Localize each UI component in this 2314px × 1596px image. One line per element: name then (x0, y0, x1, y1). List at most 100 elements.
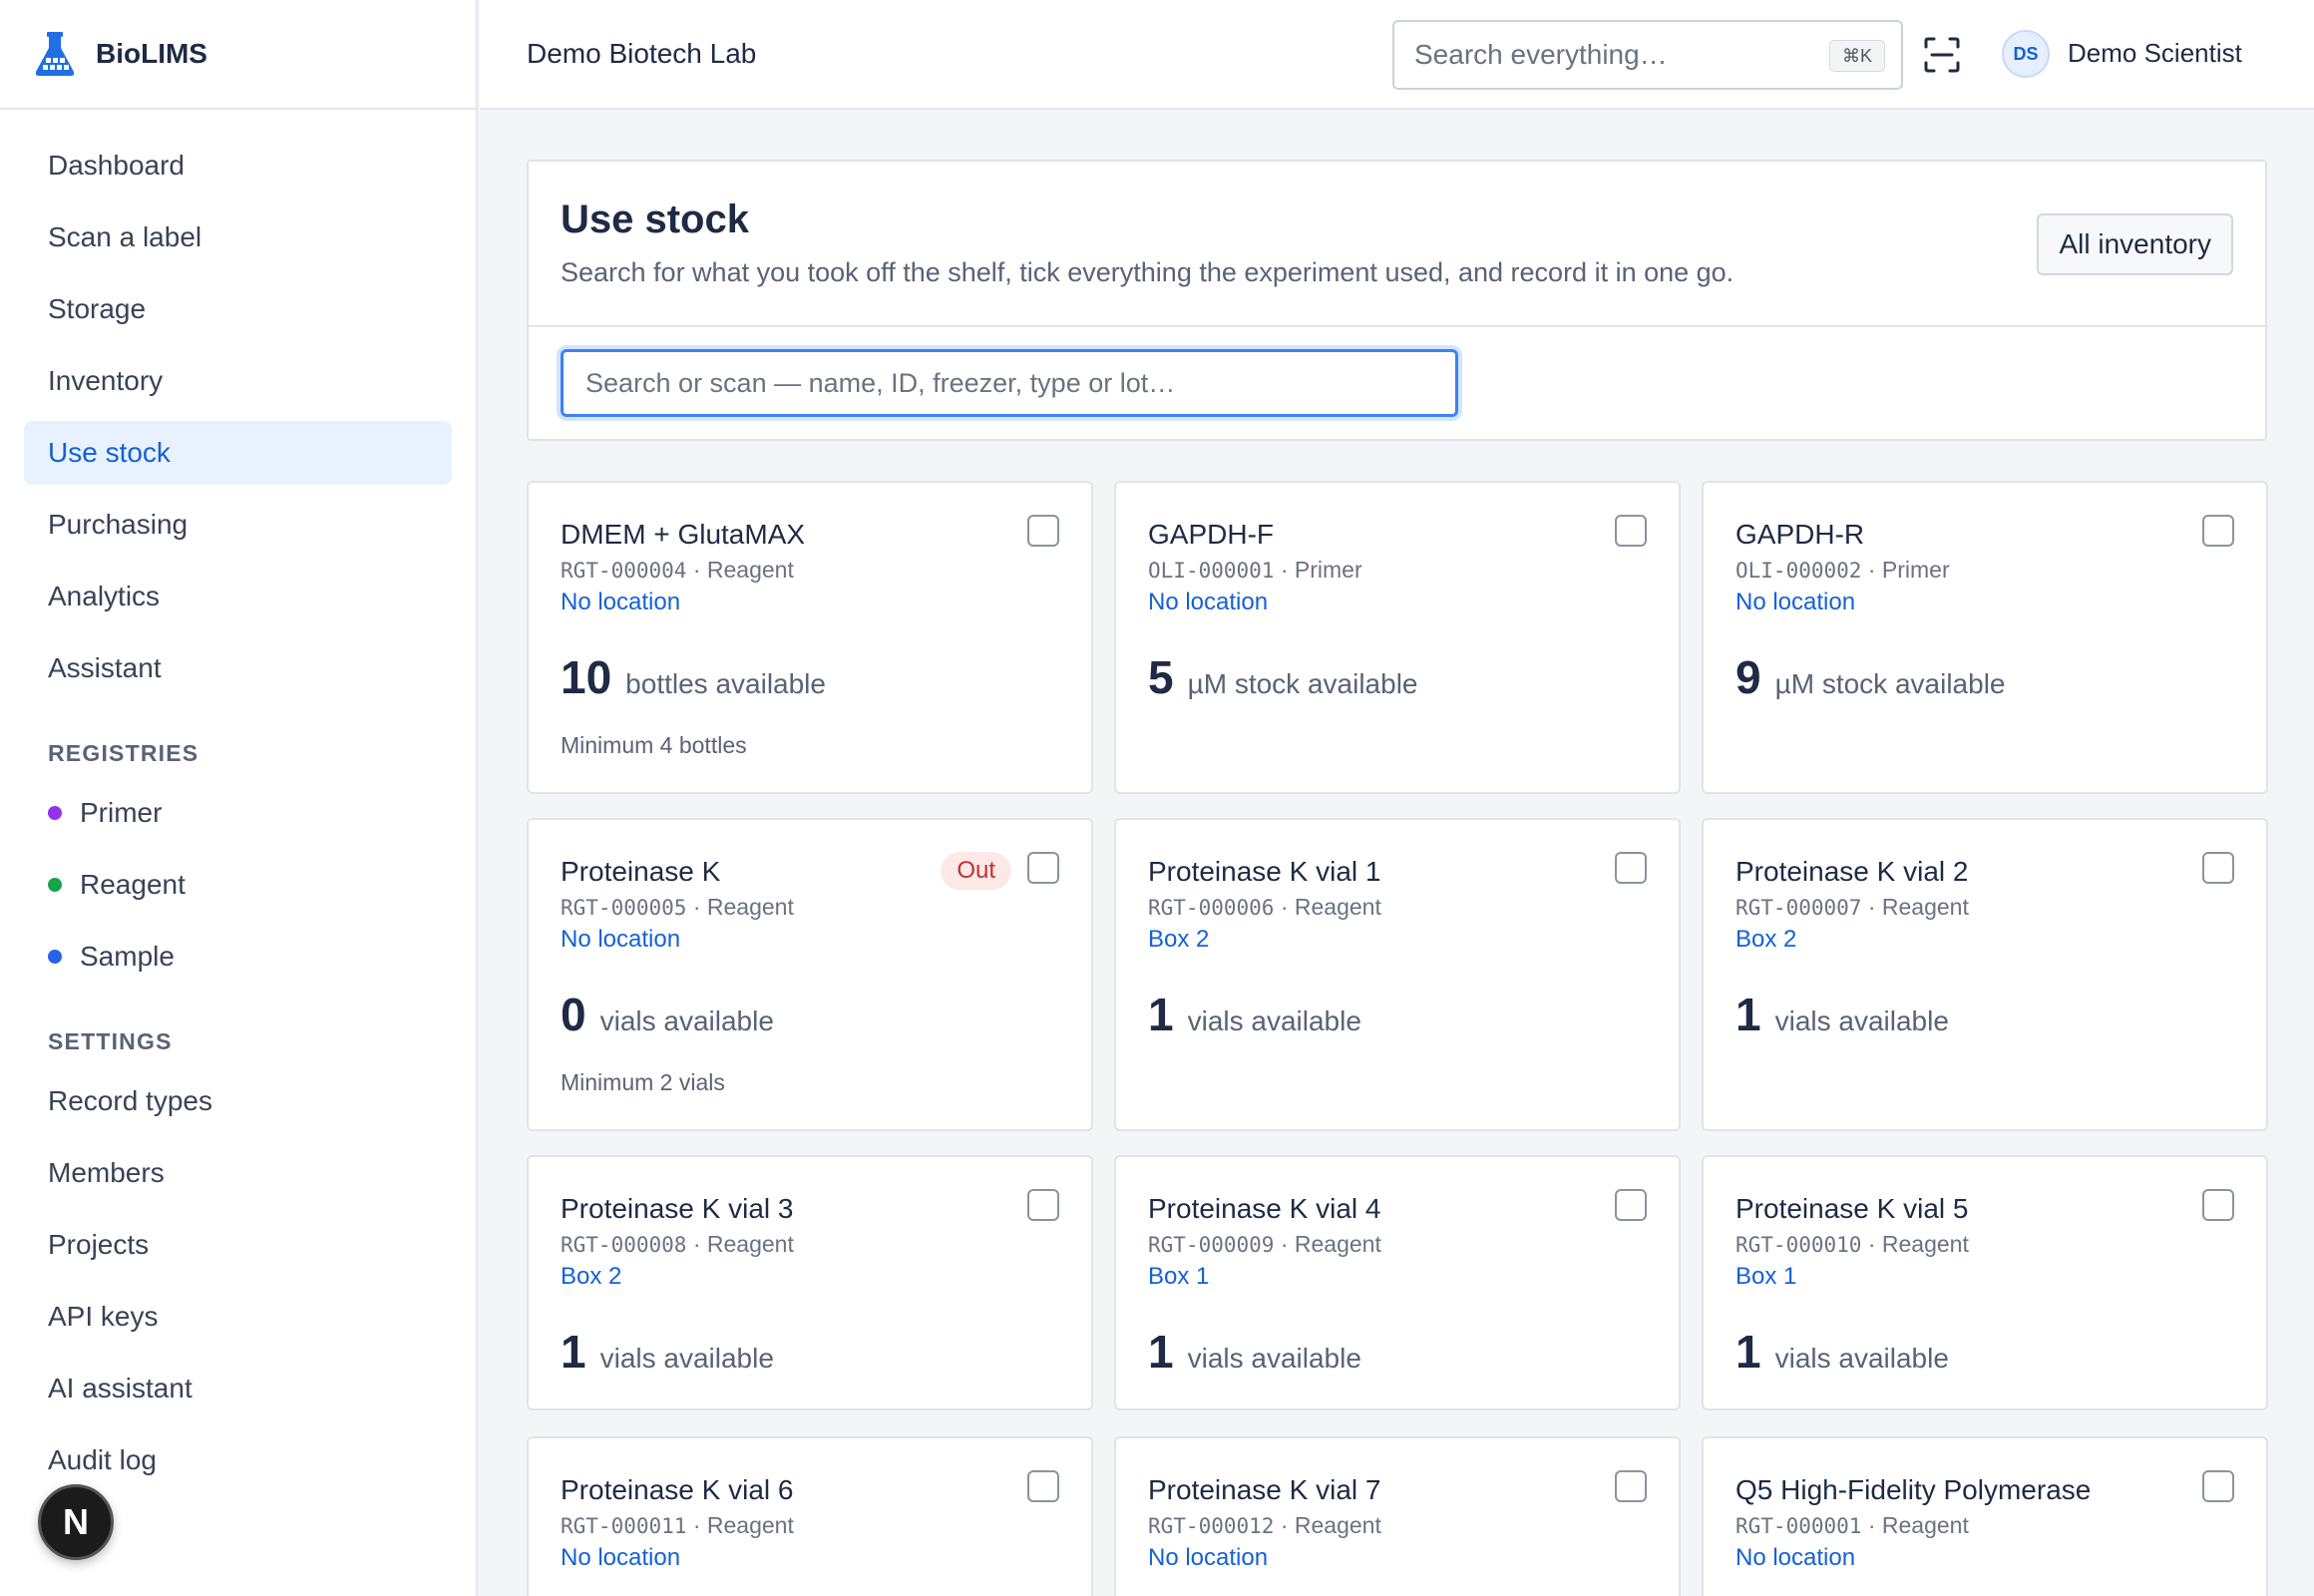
stock-card[interactable]: DMEM + GlutaMAX RGT-000004 · Reagent No lo… (527, 481, 1093, 794)
card-meta: OLI-000001 · Primer (1148, 557, 1362, 584)
card-checkbox[interactable] (1615, 852, 1647, 884)
card-checkbox[interactable] (1615, 1189, 1647, 1221)
registry-sample[interactable]: Sample (24, 925, 452, 989)
stock-card[interactable]: Proteinase K vial 3 RGT-000008 · Reagent B… (527, 1155, 1093, 1410)
card-type: Reagent (1294, 1512, 1381, 1538)
card-checkbox[interactable] (1615, 1470, 1647, 1502)
card-qty-unit: vials available (1187, 1343, 1361, 1374)
card-name: Proteinase K vial 3 (561, 1193, 794, 1224)
registry-label: Reagent (80, 869, 186, 900)
card-sep: · (686, 557, 707, 583)
page-subtitle: Search for what you took off the shelf, … (561, 257, 1735, 287)
nav-analytics[interactable]: Analytics (24, 565, 452, 628)
card-minimum: Minimum 2 vials (561, 1069, 725, 1095)
card-type: Reagent (1294, 1231, 1381, 1257)
card-location-link[interactable]: Box 1 (1736, 1263, 1796, 1291)
card-location-link[interactable]: No location (561, 589, 680, 616)
card-location-link[interactable]: Box 2 (1736, 926, 1796, 954)
card-sep: · (1274, 1512, 1295, 1538)
stock-card[interactable]: Proteinase K vial 1 RGT-000006 · Reagent B… (1114, 818, 1681, 1131)
stock-card[interactable]: Proteinase K vial 5 RGT-000010 · Reagent B… (1702, 1155, 2268, 1410)
card-location-link[interactable]: Box 2 (561, 1263, 621, 1291)
card-checkbox[interactable] (1027, 515, 1059, 547)
stock-card[interactable]: Q5 High-Fidelity Polymerase RGT-000001 · … (1702, 1436, 2268, 1596)
card-quantity: 10 bottles available (561, 650, 826, 704)
card-checkbox[interactable] (2202, 852, 2234, 884)
nav-inventory[interactable]: Inventory (24, 349, 452, 413)
card-sep: · (1274, 557, 1295, 583)
registry-primer[interactable]: Primer (24, 781, 452, 845)
card-checkbox[interactable] (1027, 1470, 1059, 1502)
stock-card[interactable]: GAPDH-R OLI-000002 · Primer No location 9 µM… (1702, 481, 2268, 794)
card-location-link[interactable]: No location (1148, 1544, 1268, 1572)
card-sep: · (1274, 894, 1295, 920)
stock-card[interactable]: Proteinase K RGT-000005 · Reagent No locat… (527, 818, 1093, 1131)
all-inventory-button[interactable]: All inventory (2037, 213, 2233, 275)
nav-storage[interactable]: Storage (24, 277, 452, 341)
card-quantity: 1 vials available (561, 1325, 774, 1379)
stock-card[interactable]: Proteinase K vial 4 RGT-000009 · Reagent B… (1114, 1155, 1681, 1410)
card-checkbox[interactable] (1027, 1189, 1059, 1221)
card-checkbox[interactable] (2202, 1470, 2234, 1502)
nav-ai-assistant[interactable]: AI assistant (24, 1357, 452, 1420)
card-qty-number: 10 (561, 651, 612, 703)
card-location-link[interactable]: No location (1736, 589, 1855, 616)
card-qty-number: 5 (1148, 651, 1174, 703)
card-sep: · (686, 894, 707, 920)
card-code: RGT-000008 (561, 1233, 687, 1257)
registry-reagent[interactable]: Reagent (24, 853, 452, 917)
nav-purchasing[interactable]: Purchasing (24, 493, 452, 557)
nav-scan-label[interactable]: Scan a label (24, 205, 452, 269)
card-checkbox[interactable] (1615, 515, 1647, 547)
nav-members[interactable]: Members (24, 1141, 452, 1205)
dev-tools-badge[interactable]: N (38, 1484, 114, 1560)
stock-card[interactable]: Proteinase K vial 6 RGT-000011 · Reagent N… (527, 1436, 1093, 1596)
stock-card[interactable]: Proteinase K vial 7 RGT-000012 · Reagent N… (1114, 1436, 1681, 1596)
nav-assistant[interactable]: Assistant (24, 636, 452, 700)
card-meta: OLI-000002 · Primer (1736, 557, 1950, 584)
card-quantity: 1 vials available (1148, 1325, 1361, 1379)
card-location-link[interactable]: Box 1 (1148, 1263, 1209, 1291)
brand[interactable]: BioLIMS (0, 0, 476, 110)
nav-api-keys[interactable]: API keys (24, 1285, 452, 1349)
stock-card[interactable]: GAPDH-F OLI-000001 · Primer No location 5 µM… (1114, 481, 1681, 794)
card-type: Reagent (706, 1231, 794, 1257)
card-type: Reagent (706, 1512, 794, 1538)
card-name: Proteinase K vial 2 (1736, 856, 1969, 887)
card-name: DMEM + GlutaMAX (561, 519, 806, 550)
card-location-link[interactable]: Box 2 (1148, 926, 1209, 954)
nav-projects[interactable]: Projects (24, 1213, 452, 1277)
card-checkbox[interactable] (2202, 515, 2234, 547)
card-location-link[interactable]: No location (1736, 1544, 1855, 1572)
card-qty-unit: vials available (1774, 1343, 1949, 1374)
nav-dashboard[interactable]: Dashboard (24, 134, 452, 198)
global-search-input[interactable]: Search everything… ⌘K (1392, 20, 1903, 90)
registry-dot (48, 806, 62, 820)
card-meta: RGT-000008 · Reagent (561, 1231, 794, 1258)
card-code: RGT-000011 (561, 1514, 687, 1538)
card-checkbox[interactable] (1027, 852, 1059, 884)
card-sep: · (1861, 894, 1882, 920)
card-meta: RGT-000010 · Reagent (1736, 1231, 1969, 1258)
registries-heading: REGISTRIES (48, 740, 199, 766)
card-location-link[interactable]: No location (1148, 589, 1268, 616)
nav-audit-log[interactable]: Audit log (24, 1428, 452, 1492)
nav-record-types[interactable]: Record types (24, 1069, 452, 1133)
stock-search-input[interactable]: Search or scan — name, ID, freezer, type… (561, 349, 1458, 417)
nav-use-stock[interactable]: Use stock (24, 421, 452, 485)
card-qty-number: 1 (1736, 1326, 1761, 1378)
card-qty-unit: vials available (1774, 1005, 1949, 1036)
card-checkbox[interactable] (2202, 1189, 2234, 1221)
avatar[interactable]: DS (2002, 30, 2050, 78)
card-sep: · (686, 1512, 707, 1538)
card-quantity: 1 vials available (1148, 988, 1361, 1041)
card-location-link[interactable]: No location (561, 926, 680, 954)
card-location-link[interactable]: No location (561, 1544, 680, 1572)
card-type: Primer (1294, 557, 1362, 583)
card-quantity: 5 µM stock available (1148, 650, 1417, 704)
card-type: Reagent (1881, 894, 1969, 920)
scan-icon[interactable] (1922, 35, 1962, 75)
card-type: Reagent (1294, 894, 1381, 920)
user-name[interactable]: Demo Scientist (2068, 38, 2242, 69)
stock-card[interactable]: Proteinase K vial 2 RGT-000007 · Reagent B… (1702, 818, 2268, 1131)
